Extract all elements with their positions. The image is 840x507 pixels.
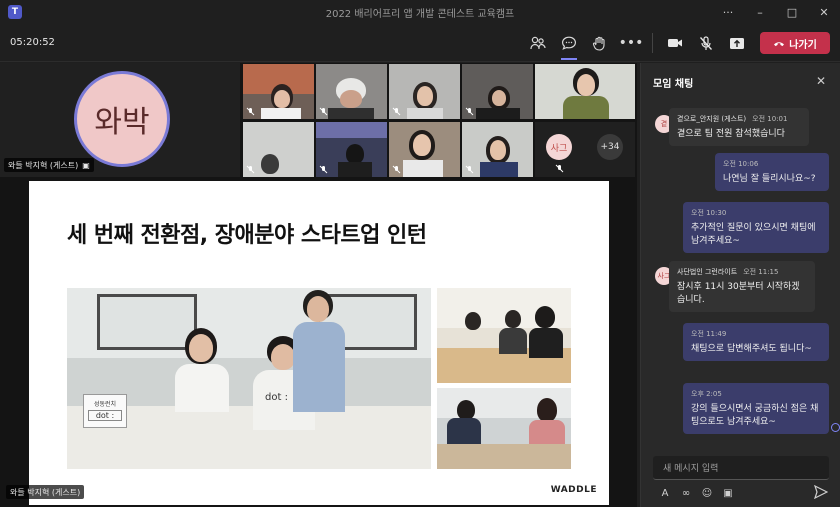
minimize-icon[interactable]: – xyxy=(744,0,776,24)
participant-grid: 사그 +34 xyxy=(243,64,637,180)
overflow-tile[interactable]: 사그 +34 xyxy=(535,122,635,177)
chat-icon[interactable] xyxy=(554,30,584,60)
mic-off-icon xyxy=(465,165,474,174)
message-time: 오전 10:30 xyxy=(691,209,727,217)
participant-tile[interactable] xyxy=(462,64,533,119)
desk-sign-line2: dot : xyxy=(88,410,122,421)
gif-icon[interactable]: ▣ xyxy=(718,485,738,501)
leave-label: 나가기 xyxy=(789,39,817,51)
slide-photo-top-right xyxy=(437,288,571,383)
chat-message: 사단법인 그런라이트 오전 11:15 잠시후 11시 30분부터 시작하겠습니다… xyxy=(669,261,815,312)
title-bar: T 2022 배리어프리 앱 개발 콘테스트 교육캠프 ··· – □ ✕ xyxy=(0,0,840,24)
message-sender: 사단법인 그런라이트 xyxy=(677,268,738,276)
chat-message: 오전 10:30 추가적인 질문이 있으시면 채팅에 남겨주세요~ xyxy=(683,202,829,253)
screen-share-icon: ▣ xyxy=(82,160,90,170)
self-name: 와들 박지혁 (게스트) xyxy=(8,160,79,170)
chat-message: 오후 2:05 강의 들으시면서 궁금하신 점은 채팅으로도 남겨주세요~ xyxy=(683,383,829,434)
close-window-icon[interactable]: ✕ xyxy=(808,0,840,24)
participant-tile[interactable] xyxy=(243,64,314,119)
desk-sign: 성동런치 dot : xyxy=(83,394,127,428)
toolbar-divider xyxy=(652,33,653,53)
message-text: 곁으로 팀 전원 참석했습니다 xyxy=(677,129,785,139)
mic-off-icon[interactable] xyxy=(691,30,721,56)
self-name-tag: 와들 박지혁 (게스트) ▣ xyxy=(4,158,94,172)
more-participants-button[interactable]: +34 xyxy=(597,134,623,160)
shirt-logo: dot : xyxy=(265,392,288,403)
more-icon[interactable]: ••• xyxy=(616,30,646,56)
slide-photo-bottom-right xyxy=(437,388,571,469)
participant-tile[interactable] xyxy=(462,122,533,177)
maximize-icon[interactable]: □ xyxy=(776,0,808,24)
chat-message: 오전 11:49 채팅으로 답변해주셔도 됩니다~ xyxy=(683,323,829,361)
presenter-name-tag: 와들 박지혁 (게스트) xyxy=(6,485,85,499)
message-text: 잠시후 11시 30분부터 시작하겠습니다. xyxy=(677,282,800,305)
camera-icon[interactable] xyxy=(660,30,690,56)
raise-hand-icon[interactable] xyxy=(585,30,615,56)
message-text: 나연님 잘 들리시나요~? xyxy=(723,174,816,184)
chat-title: 모임 채팅 xyxy=(653,78,694,90)
meeting-timer: 05:20:52 xyxy=(10,37,55,48)
message-time: 오전 10:01 xyxy=(752,115,788,123)
message-time: 오전 10:06 xyxy=(723,160,759,168)
emoji-icon[interactable]: ☺ xyxy=(697,485,717,501)
hang-up-icon xyxy=(774,41,785,46)
meeting-controls: ••• 나가기 xyxy=(522,24,830,62)
desk-sign-line1: 성동런치 xyxy=(93,401,117,408)
slide-title: 세 번째 전환점, 장애분야 스타트업 인턴 xyxy=(67,223,427,248)
chat-message: 오전 10:06 나연님 잘 들리시나요~? xyxy=(715,153,829,191)
mic-off-icon xyxy=(319,107,328,116)
participant-tile[interactable] xyxy=(316,64,387,119)
self-video-tile[interactable]: 와박 와들 박지혁 (게스트) ▣ xyxy=(0,63,240,177)
message-text: 추가적인 질문이 있으시면 채팅에 남겨주세요~ xyxy=(691,223,816,246)
message-time: 오전 11:15 xyxy=(743,268,779,276)
send-icon[interactable] xyxy=(814,485,828,499)
waddle-logo: WADDLE xyxy=(550,485,597,495)
message-time: 오전 11:49 xyxy=(691,330,727,338)
participant-tile[interactable] xyxy=(316,122,387,177)
slide-photo-main: dot : 성동런치 dot : xyxy=(67,288,431,469)
participant-tile[interactable] xyxy=(389,122,460,177)
participant-tile[interactable] xyxy=(243,122,314,177)
shared-slide: 세 번째 전환점, 장애분야 스타트업 인턴 dot : 성동런치 dot : xyxy=(29,181,609,505)
message-time: 오후 2:05 xyxy=(691,390,722,398)
share-icon[interactable] xyxy=(722,30,752,56)
meeting-toolbar: 05:20:52 ••• 나가기 xyxy=(0,24,840,62)
mic-off-icon xyxy=(555,164,564,173)
chat-panel: 모임 채팅 ✕ 곁 곁으로_안지원 (게스트) 오전 10:01 곁으로 팀 전원… xyxy=(640,63,840,507)
mic-off-icon xyxy=(246,165,255,174)
chat-header: 모임 채팅 ✕ xyxy=(641,63,840,101)
self-avatar: 와박 xyxy=(74,71,170,167)
teams-logo-icon: T xyxy=(8,5,22,19)
participant-tile[interactable] xyxy=(389,64,460,119)
people-icon[interactable] xyxy=(523,30,553,56)
message-sender: 곁으로_안지원 (게스트) xyxy=(677,115,747,123)
compose-toolbar: A ∞ ☺ ▣ xyxy=(655,484,831,502)
mic-off-icon xyxy=(392,165,401,174)
mic-off-icon xyxy=(392,107,401,116)
window-controls: ··· – □ ✕ xyxy=(712,0,840,24)
mic-off-icon xyxy=(465,107,474,116)
read-receipt-icon xyxy=(831,423,840,432)
window-more-icon[interactable]: ··· xyxy=(712,0,744,24)
chat-message: 곁으로_안지원 (게스트) 오전 10:01 곁으로 팀 전원 참석했습니다 xyxy=(669,108,809,146)
mic-off-icon xyxy=(319,165,328,174)
leave-button[interactable]: 나가기 xyxy=(760,32,830,54)
message-text: 채팅으로 답변해주셔도 됩니다~ xyxy=(691,344,812,354)
message-text: 강의 들으시면서 궁금하신 점은 채팅으로도 남겨주세요~ xyxy=(691,404,819,427)
format-icon[interactable]: A xyxy=(655,485,675,501)
message-input[interactable]: 새 메시지 입력 xyxy=(653,456,829,480)
close-icon[interactable]: ✕ xyxy=(816,75,828,87)
participant-tile[interactable] xyxy=(535,64,635,119)
presenter-name: 와들 박지혁 (게스트) xyxy=(10,487,81,497)
mic-off-icon xyxy=(246,107,255,116)
participant-avatar: 사그 xyxy=(546,134,572,160)
attach-icon[interactable]: ∞ xyxy=(676,485,696,501)
